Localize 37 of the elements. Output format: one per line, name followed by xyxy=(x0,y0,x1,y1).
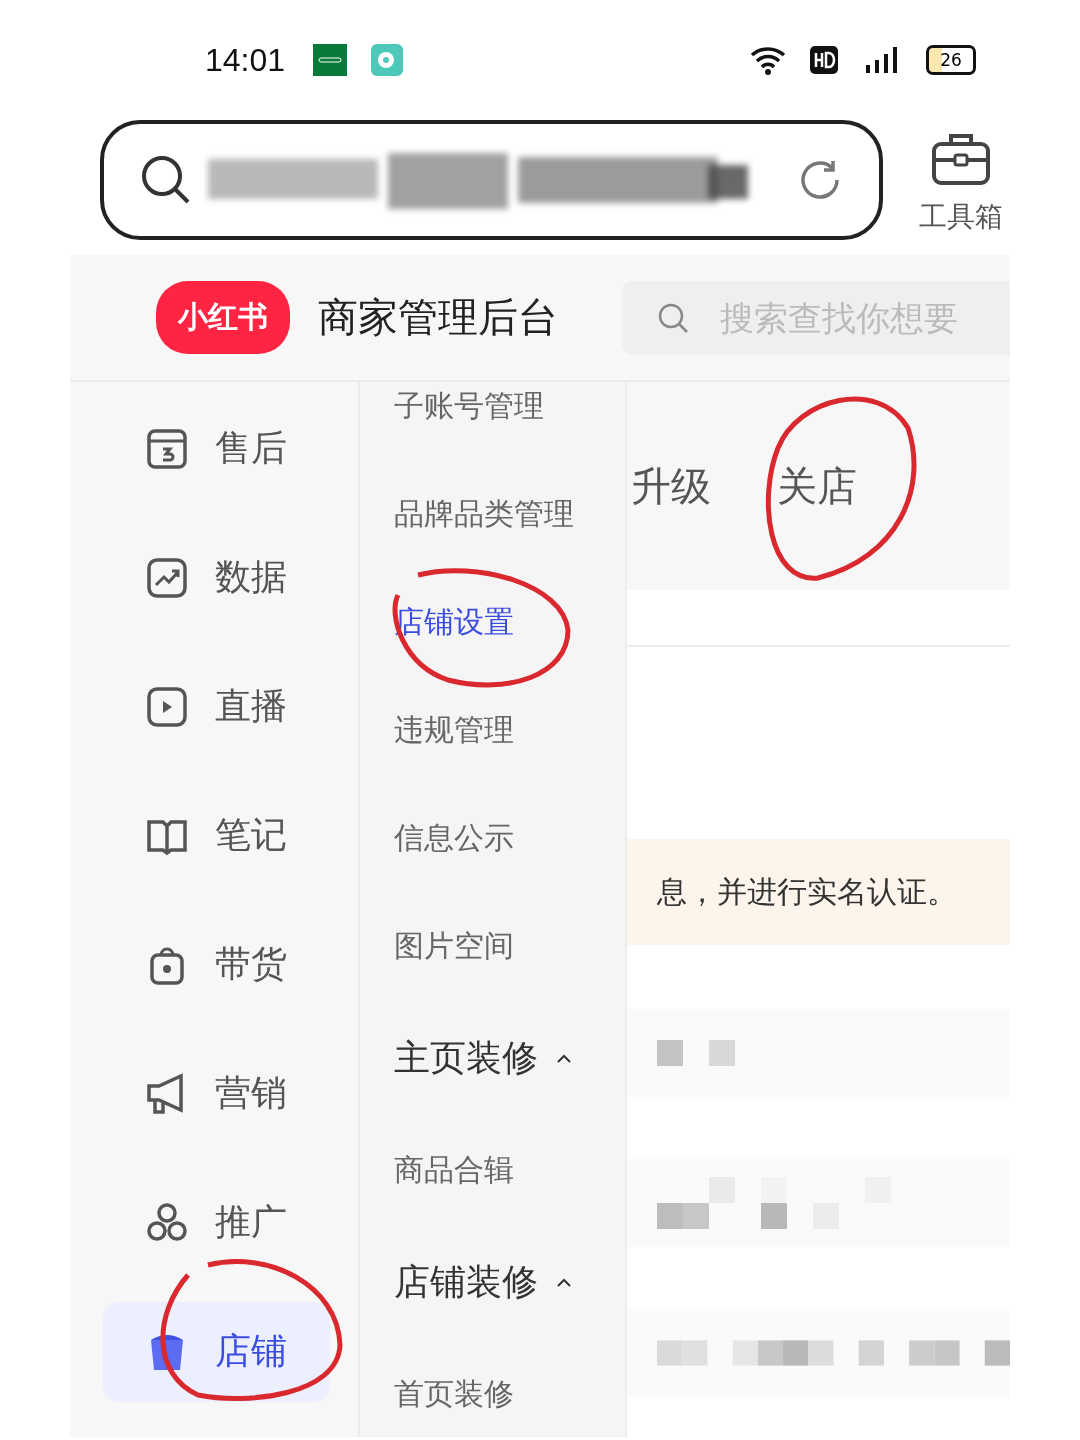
status-time: 14:01 xyxy=(205,41,286,79)
notice-text: 息，并进行实名认证。 xyxy=(656,872,957,911)
app-icon xyxy=(313,44,348,76)
play-icon xyxy=(145,684,189,729)
menu-group[interactable]: 店铺装修 xyxy=(360,1224,625,1340)
sidebar-item[interactable]: 推广 xyxy=(103,1172,330,1273)
submenu-item[interactable]: 违规管理 xyxy=(360,676,625,784)
caret-icon xyxy=(556,1276,572,1288)
submenu-item[interactable]: 首页装修 xyxy=(360,1340,625,1437)
sidebar-item[interactable]: 店铺 xyxy=(103,1301,330,1402)
menu-group[interactable]: 主页装修 xyxy=(360,1000,625,1116)
submenu-item[interactable]: 子账号管理 xyxy=(360,382,625,460)
caret-icon xyxy=(556,1052,572,1064)
toolbox-label: 工具箱 xyxy=(919,199,1003,235)
submenu-item[interactable]: 图片空间 xyxy=(360,892,625,1000)
wifi-icon xyxy=(750,45,786,75)
submenu-item[interactable]: 品牌品类管理 xyxy=(360,460,625,568)
app-icon xyxy=(371,44,404,76)
sidebar-item[interactable]: 带货 xyxy=(103,914,330,1015)
hd-icon xyxy=(810,46,838,74)
tab[interactable]: 升级 xyxy=(631,458,711,514)
sidebar-item[interactable]: 售后 xyxy=(103,398,330,499)
address-bar[interactable] xyxy=(100,120,883,240)
battery-icon: 26 xyxy=(926,45,976,75)
search-icon xyxy=(140,154,192,206)
receipt-icon xyxy=(145,426,189,471)
page-title: 商家管理后台 xyxy=(318,293,558,342)
tab[interactable]: 关店 xyxy=(777,458,857,514)
sidebar-item[interactable]: 直播 xyxy=(103,656,330,757)
sidebar-item[interactable]: 笔记 xyxy=(103,785,330,886)
logo[interactable]: 小红书 xyxy=(156,281,290,354)
toolbox-icon[interactable] xyxy=(931,132,991,186)
sidebar-item[interactable]: 营销 xyxy=(103,1043,330,1144)
chart-icon xyxy=(145,555,189,600)
sidebar-item[interactable]: 数据 xyxy=(103,527,330,628)
submenu-item[interactable]: 商品合辑 xyxy=(360,1116,625,1224)
submenu-item[interactable]: 信息公示 xyxy=(360,784,625,892)
